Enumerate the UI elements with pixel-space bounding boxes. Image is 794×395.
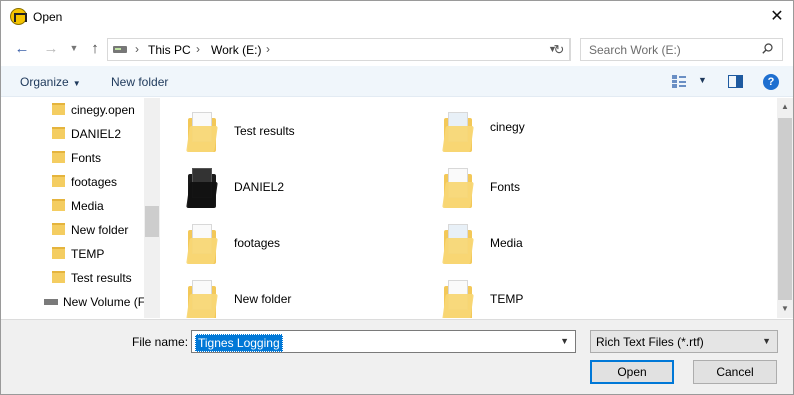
file-item-label: footages [234, 236, 281, 250]
folder-documents-icon [186, 224, 220, 264]
tree-item-label: footages [71, 175, 118, 189]
new-folder-button[interactable]: New folder [111, 75, 168, 89]
file-item-label: Fonts [490, 180, 521, 194]
file-item-label: TEMP [490, 292, 524, 306]
chevron-down-icon[interactable]: ▼ [560, 336, 569, 346]
search-input[interactable]: Search Work (E:) [580, 38, 783, 61]
file-item[interactable]: footages [162, 217, 412, 267]
breadcrumb-separator-icon[interactable]: › [135, 42, 139, 56]
chevron-down-icon: ▼ [762, 336, 771, 346]
search-icon[interactable] [762, 43, 773, 54]
file-item[interactable]: TEMP [418, 273, 668, 318]
file-item[interactable]: Test results [162, 105, 412, 155]
tree-item-folder[interactable]: cinegy.open [1, 99, 144, 121]
file-item-label: Media [490, 236, 523, 250]
folder-edge-icon [442, 280, 476, 318]
file-type-value: Rich Text Files (*.rtf) [596, 335, 704, 349]
tree-item-folder[interactable]: New folder [1, 219, 144, 241]
folder-image-icon [442, 112, 476, 152]
file-item-label: New folder [234, 292, 292, 306]
scroll-down-icon[interactable]: ▼ [781, 304, 789, 313]
folder-icon [52, 271, 65, 283]
file-item-label: DANIEL2 [234, 180, 285, 194]
file-list: Test results DANIEL2 footages New folder… [162, 98, 777, 318]
folder-icon [52, 151, 65, 163]
tree-item-folder[interactable]: Test results [1, 267, 144, 289]
organize-label: Organize [20, 75, 69, 89]
file-name-label: File name: [132, 335, 189, 349]
tree-item-folder[interactable]: DANIEL2 [1, 123, 144, 145]
organize-menu[interactable]: Organize ▼ [20, 75, 81, 89]
tree-item-volume[interactable]: New Volume (F: [1, 291, 148, 313]
up-arrow-icon[interactable]: ↑ [85, 38, 105, 58]
file-name-value: Tignes Logging [195, 334, 283, 352]
folder-icon [52, 103, 65, 115]
folder-dark-icon [186, 168, 220, 208]
tree-item-label: cinegy.open [71, 103, 135, 117]
file-item-label: cinegy [490, 120, 525, 134]
navigation-scrollbar[interactable] [144, 98, 160, 318]
title-bar: Open ✕ [1, 1, 793, 32]
folder-image-icon [442, 224, 476, 264]
tree-item-label: New folder [71, 223, 129, 237]
file-list-scrollbar[interactable]: ▲ ▼ [777, 98, 793, 318]
tree-item-label: DANIEL2 [71, 127, 122, 141]
file-item[interactable]: DANIEL2 [162, 161, 412, 211]
tree-item-label: Test results [71, 271, 132, 285]
folder-icon [52, 247, 65, 259]
close-button[interactable]: ✕ [763, 3, 791, 29]
folder-icon [52, 127, 65, 139]
tree-item-folder[interactable]: TEMP [1, 243, 144, 265]
help-icon[interactable]: ? [763, 74, 779, 90]
file-type-select[interactable]: Rich Text Files (*.rtf) ▼ [590, 330, 778, 353]
breadcrumb-separator-icon[interactable]: › [266, 42, 270, 56]
scroll-up-icon[interactable]: ▲ [781, 102, 789, 111]
view-options-icon[interactable] [672, 75, 686, 88]
breadcrumb-separator-icon[interactable]: › [196, 42, 200, 56]
command-bar: Organize ▼ New folder ▼ ? [1, 66, 793, 97]
view-dropdown-icon[interactable]: ▼ [698, 75, 707, 85]
address-row: ← → ▼ ↑ › This PC › Work (E:) › ▼ ↻ Sear… [1, 32, 793, 65]
tree-item-folder[interactable]: footages [1, 171, 144, 193]
bottom-panel: File name: Tignes Logging ▼ Rich Text Fi… [1, 319, 793, 394]
open-button[interactable]: Open [590, 360, 674, 384]
tree-item-folder[interactable]: Media [1, 195, 144, 217]
folder-icon [52, 199, 65, 211]
recent-locations-chevron-icon[interactable]: ▼ [64, 38, 84, 58]
window-title: Open [33, 10, 63, 24]
folder-icon [52, 175, 65, 187]
folder-fonts-icon [442, 168, 476, 208]
breadcrumb-this-pc[interactable]: This PC [148, 43, 191, 57]
drive-icon [113, 46, 127, 53]
drive-icon [44, 299, 58, 305]
scrollbar-thumb[interactable] [145, 206, 159, 237]
open-dialog: Open ✕ ← → ▼ ↑ › This PC › Work (E:) › ▼… [0, 0, 794, 395]
file-item[interactable]: Media [418, 217, 668, 267]
tree-item-label: Media [71, 199, 104, 213]
refresh-icon[interactable]: ↻ [548, 38, 571, 61]
folder-icon [52, 223, 65, 235]
folder-documents-icon [186, 280, 220, 318]
breadcrumb-work-drive[interactable]: Work (E:) [211, 43, 261, 57]
file-item[interactable]: New folder [162, 273, 412, 318]
tree-item-label: New Volume (F: [63, 295, 149, 309]
tree-item-label: TEMP [71, 247, 105, 261]
file-name-input[interactable]: Tignes Logging ▼ [191, 330, 576, 353]
file-item[interactable]: cinegy [418, 105, 668, 155]
search-placeholder: Search Work (E:) [589, 43, 681, 57]
forward-arrow-icon[interactable]: → [41, 38, 61, 58]
back-arrow-icon[interactable]: ← [12, 38, 32, 58]
cancel-button[interactable]: Cancel [693, 360, 777, 384]
address-bar[interactable]: › This PC › Work (E:) › ▼ [107, 38, 570, 61]
file-item-label: Test results [234, 124, 295, 138]
file-item[interactable]: Fonts [418, 161, 668, 211]
scrollbar-thumb[interactable] [778, 118, 792, 300]
navigation-pane: cinegy.open DANIEL2 Fonts footages Media… [1, 98, 161, 318]
folder-documents-icon [186, 112, 220, 152]
preview-pane-icon[interactable] [728, 75, 743, 88]
app-icon [10, 8, 27, 25]
tree-item-label: Fonts [71, 151, 102, 165]
tree-item-folder[interactable]: Fonts [1, 147, 144, 169]
chevron-down-icon: ▼ [72, 79, 81, 88]
